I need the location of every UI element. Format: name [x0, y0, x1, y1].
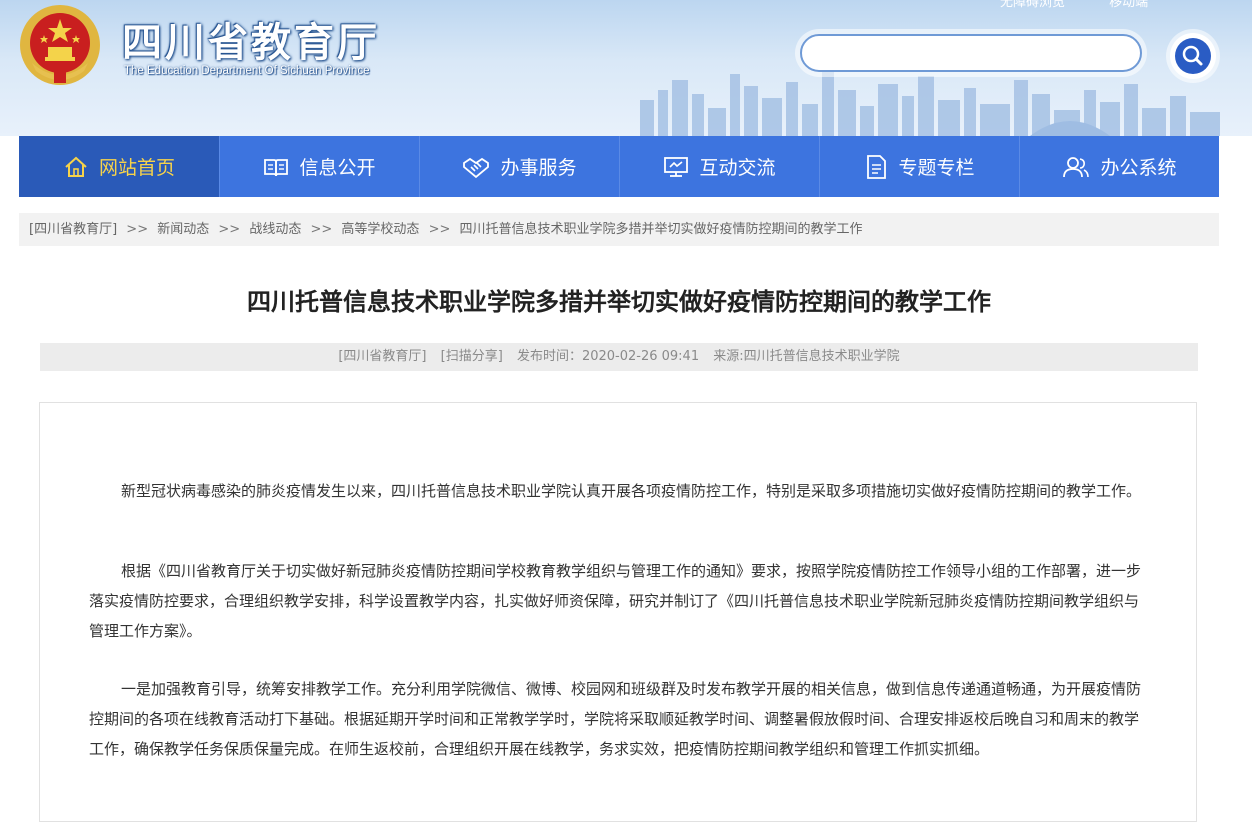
nav-item-label: 专题专栏 — [898, 157, 975, 179]
nav-item-home[interactable]: 网站首页 — [19, 136, 219, 197]
breadcrumb-item-universities[interactable]: 高等学校动态 — [341, 222, 419, 237]
site-header: 四川省教育厅 The Education Department Of Sichu… — [0, 0, 1252, 136]
article-paragraph: 新型冠状病毒感染的肺炎疫情发生以来，四川托普信息技术职业学院认真开展各项疫情防控… — [121, 482, 1142, 500]
nav-item-topics[interactable]: 专题专栏 — [819, 136, 1019, 197]
meta-site-link[interactable]: [四川省教育厅] — [338, 349, 426, 364]
nav-item-label: 办事服务 — [500, 157, 577, 179]
breadcrumb-item-news[interactable]: 新闻动态 — [157, 222, 209, 237]
nav-item-info[interactable]: 信息公开 — [219, 136, 419, 197]
nav-item-label: 互动交流 — [699, 157, 776, 179]
breadcrumb-separator: >> — [310, 222, 333, 237]
handshake-icon — [463, 157, 490, 178]
breadcrumb-separator: >> — [126, 222, 149, 237]
home-icon — [65, 156, 87, 177]
top-links: 无障碍浏览 移动端 — [1000, 0, 1188, 10]
breadcrumb-separator: >> — [218, 222, 241, 237]
document-icon — [867, 154, 887, 179]
search-input[interactable] — [800, 34, 1142, 72]
accessibility-link[interactable]: 无障碍浏览 — [1000, 0, 1065, 10]
site-subtitle: The Education Department Of Sichuan Prov… — [124, 65, 370, 77]
search-icon — [1182, 45, 1203, 66]
article-title: 四川托普信息技术职业学院多措并举切实做好疫情防控期间的教学工作 — [247, 288, 991, 316]
nav-item-interaction[interactable]: 互动交流 — [619, 136, 819, 197]
search-button[interactable] — [1170, 33, 1216, 79]
nav-item-label: 网站首页 — [98, 157, 175, 179]
breadcrumb-item-current: 四川托普信息技术职业学院多措并举切实做好疫情防控期间的教学工作 — [459, 222, 863, 237]
book-icon — [264, 158, 289, 176]
breadcrumb: [四川省教育厅] >> 新闻动态 >> 战线动态 >> 高等学校动态 >> 四川… — [19, 213, 1219, 246]
site-title: 四川省教育厅 — [122, 20, 380, 66]
main-nav: 网站首页 信息公开 办事服务 互动交流 专题专栏 办公系统 — [19, 136, 1219, 197]
meta-source: 来源:四川托普信息技术职业学院 — [713, 349, 900, 364]
article-paragraph: 一是加强教育引导，统筹安排教学工作。充分利用学院微信、微博、校园网和班级群及时发… — [89, 680, 1142, 758]
nav-item-office[interactable]: 办公系统 — [1019, 136, 1219, 197]
nav-item-label: 办公系统 — [1100, 157, 1177, 179]
nav-item-label: 信息公开 — [299, 157, 376, 179]
breadcrumb-item-front[interactable]: 战线动态 — [249, 222, 301, 237]
mobile-link[interactable]: 移动端 — [1109, 0, 1148, 10]
breadcrumb-separator: >> — [428, 222, 451, 237]
breadcrumb-item-home[interactable]: [四川省教育厅] — [29, 222, 117, 237]
article-paragraph: 根据《四川省教育厅关于切实做好新冠肺炎疫情防控期间学校教育教学组织与管理工作的通… — [89, 562, 1142, 640]
article-meta: [四川省教育厅] [扫描分享] 发布时间：2020-02-26 09:41 来源… — [40, 343, 1198, 371]
users-icon — [1063, 156, 1090, 177]
meta-publish-time: 发布时间：2020-02-26 09:41 — [516, 349, 700, 364]
nav-item-services[interactable]: 办事服务 — [419, 136, 619, 197]
national-emblem-logo — [20, 5, 100, 85]
meta-share-link[interactable]: [扫描分享] — [441, 349, 503, 364]
monitor-icon — [664, 156, 689, 177]
